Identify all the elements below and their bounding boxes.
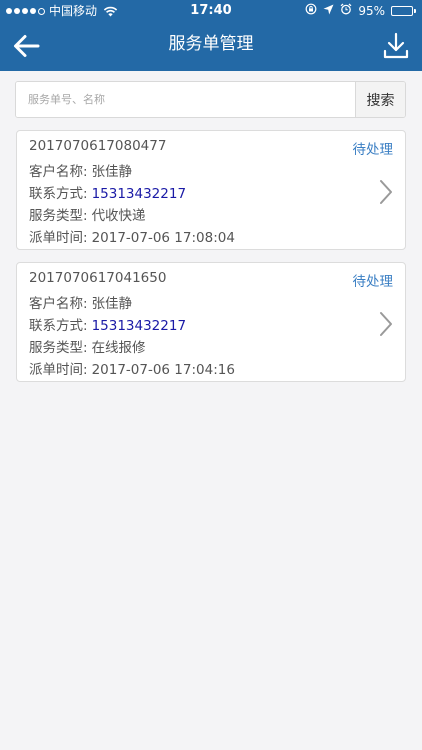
navigation-bar: 服务单管理 xyxy=(0,22,422,71)
service-type-label: 服务类型: xyxy=(29,208,88,224)
app-header: 中国移动 17:40 95% 服务单管理 xyxy=(0,0,422,71)
customer-row: 客户名称: 张佳静 xyxy=(29,160,132,180)
order-card[interactable]: 2017070617080477 待处理 客户名称: 张佳静 联系方式: 15313… xyxy=(16,130,406,250)
dispatch-time-row: 派单时间: 2017-07-06 17:04:16 xyxy=(29,358,235,378)
dispatch-time-label: 派单时间: xyxy=(29,230,88,246)
back-button[interactable] xyxy=(8,28,44,64)
status-bar-right: 95% xyxy=(305,0,416,22)
alarm-icon xyxy=(340,0,352,22)
contact-label: 联系方式: xyxy=(29,318,88,334)
service-type-row: 服务类型: 在线报修 xyxy=(29,336,146,356)
search-input[interactable] xyxy=(16,82,355,117)
order-number: 2017070617041650 xyxy=(29,270,167,286)
contact-phone[interactable]: 15313432217 xyxy=(92,186,186,202)
download-icon xyxy=(383,32,409,59)
chevron-right-icon xyxy=(380,312,392,336)
dispatch-time-row: 派单时间: 2017-07-06 17:08:04 xyxy=(29,226,235,246)
location-icon xyxy=(323,0,334,22)
dispatch-time: 2017-07-06 17:08:04 xyxy=(91,230,235,246)
battery-icon xyxy=(391,6,416,16)
status-bar: 中国移动 17:40 95% xyxy=(0,0,422,22)
order-number: 2017070617080477 xyxy=(29,138,167,154)
service-type: 代收快递 xyxy=(91,208,146,224)
contact-phone[interactable]: 15313432217 xyxy=(92,318,186,334)
app-screen: 中国移动 17:40 95% 服务单管理 服务单号、名称 搜索 20170706… xyxy=(0,0,422,750)
service-type: 在线报修 xyxy=(91,340,146,356)
contact-row: 联系方式: 15313432217 xyxy=(29,314,186,334)
battery-percent: 95% xyxy=(358,4,385,18)
dispatch-time: 2017-07-06 17:04:16 xyxy=(91,362,235,378)
order-card[interactable]: 2017070617041650 待处理 客户名称: 张佳静 联系方式: 15313… xyxy=(16,262,406,382)
order-status-badge: 待处理 xyxy=(352,274,394,290)
customer-name: 张佳静 xyxy=(91,164,133,180)
chevron-right-icon xyxy=(380,180,392,204)
customer-label: 客户名称: xyxy=(29,164,88,180)
customer-label: 客户名称: xyxy=(29,296,88,312)
back-arrow-icon xyxy=(14,35,40,57)
search-button[interactable]: 搜索 xyxy=(355,82,405,117)
order-status-badge: 待处理 xyxy=(352,142,394,158)
service-type-label: 服务类型: xyxy=(29,340,88,356)
customer-row: 客户名称: 张佳静 xyxy=(29,292,132,312)
download-button[interactable] xyxy=(378,28,414,64)
dispatch-time-label: 派单时间: xyxy=(29,362,88,378)
customer-name: 张佳静 xyxy=(91,296,133,312)
search-bar: 搜索 xyxy=(15,81,406,118)
page-title: 服务单管理 xyxy=(168,34,254,54)
contact-label: 联系方式: xyxy=(29,186,88,202)
service-type-row: 服务类型: 代收快递 xyxy=(29,204,146,224)
screen-lock-icon xyxy=(305,0,317,22)
contact-row: 联系方式: 15313432217 xyxy=(29,182,186,202)
